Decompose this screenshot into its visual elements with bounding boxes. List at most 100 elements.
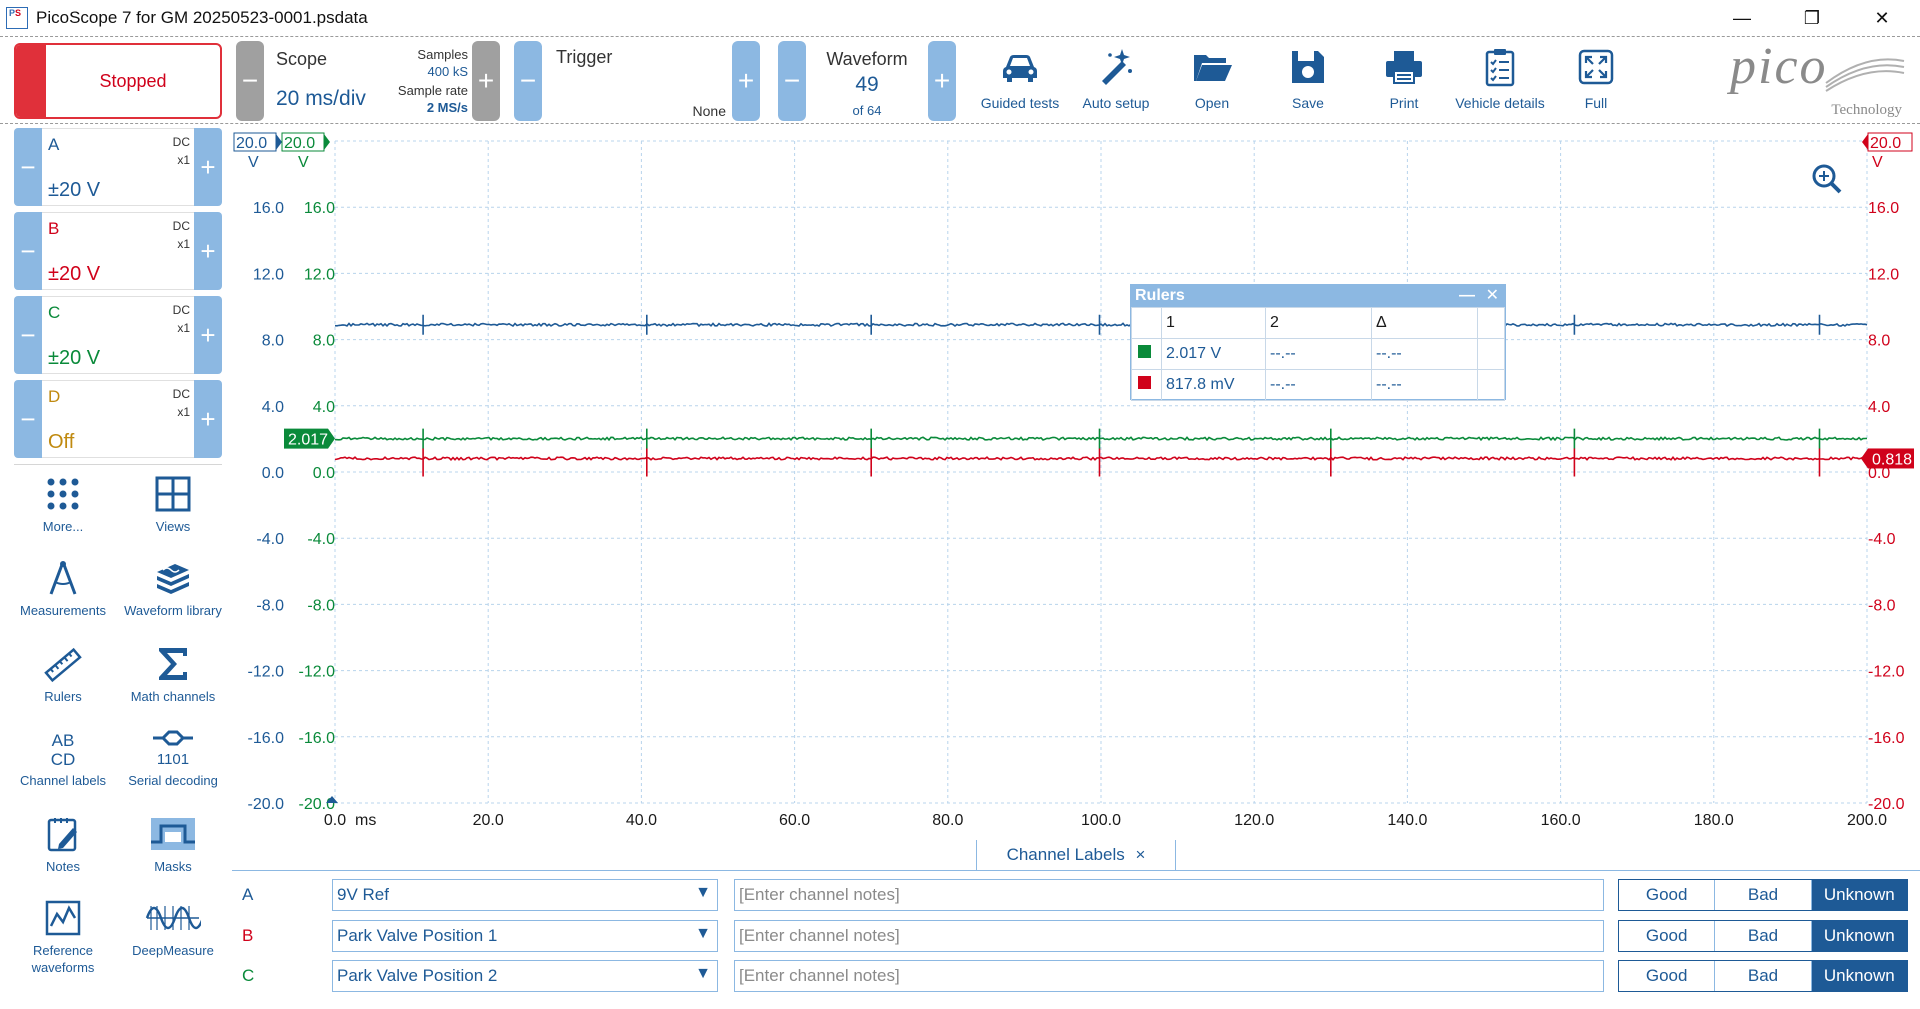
deepmeasure-button[interactable]: DeepMeasure: [118, 898, 228, 959]
minimize-button[interactable]: —: [1712, 0, 1772, 36]
unknown-button[interactable]: Unknown: [1811, 921, 1907, 951]
x-tick-label: 160.0: [1541, 812, 1581, 829]
y-tick-label-a: -12.0: [248, 664, 285, 681]
channel-c-card[interactable]: − C DC x1 ±20 V +: [14, 296, 222, 374]
measurements-button[interactable]: Measurements: [8, 558, 118, 619]
channel-labels-button[interactable]: AB CD Channel labels: [8, 728, 118, 789]
scope-panel[interactable]: Scope 20 ms/div Samples 400 kS Sample ra…: [264, 41, 472, 121]
timebase-decrease-button[interactable]: −: [236, 41, 264, 121]
unknown-button[interactable]: Unknown: [1811, 880, 1907, 910]
bad-button[interactable]: Bad: [1715, 961, 1812, 991]
serial-decoding-label: Serial decoding: [128, 773, 218, 788]
open-button[interactable]: Open: [1167, 41, 1257, 121]
channel-a-coupling: DC x1: [172, 135, 190, 167]
y-tick-label-b: 12.0: [1868, 266, 1899, 283]
channel-b-settings[interactable]: B DC x1 ±20 V: [42, 212, 194, 290]
scope-view[interactable]: 16.0 16.0 16.0 12.0 12.0 12.0 8.0 8.0 8.0 4.0 4.0 4…: [232, 124, 1920, 829]
trigger-decrease-button[interactable]: −: [514, 41, 542, 121]
channel-c-range-decrease[interactable]: −: [14, 296, 42, 374]
svg-text:1101: 1101: [157, 751, 189, 768]
channel-c-label-select[interactable]: Park Valve Position 2 ▼: [332, 960, 718, 992]
scope-plot[interactable]: 16.0 16.0 16.0 12.0 12.0 12.0 8.0 8.0 8.0 4.0 4.0 4…: [232, 124, 1920, 829]
unknown-button[interactable]: Unknown: [1811, 961, 1907, 991]
close-button[interactable]: ✕: [1852, 0, 1912, 36]
full-screen-button[interactable]: Full: [1551, 41, 1641, 121]
channel-labels-close-icon[interactable]: ×: [1135, 845, 1145, 864]
waveform-title: Waveform: [826, 49, 908, 69]
y-tick-label-c: -20.0: [299, 796, 336, 813]
rulers-button[interactable]: Rulers: [8, 644, 118, 705]
channel-b-range-decrease[interactable]: −: [14, 212, 42, 290]
channel-b-coupling: DC x1: [172, 219, 190, 251]
run-state-stripe: [16, 45, 46, 117]
channel-b-card[interactable]: − B DC x1 ±20 V +: [14, 212, 222, 290]
channel-d-card[interactable]: − D DC x1 Off +: [14, 380, 222, 458]
waveform-library-label: Waveform library: [124, 603, 222, 618]
save-button[interactable]: Save: [1263, 41, 1353, 121]
good-button[interactable]: Good: [1619, 921, 1716, 951]
channel-a-label-select[interactable]: 9V Ref ▼: [332, 879, 718, 911]
channel-d-range-increase[interactable]: +: [194, 380, 222, 458]
channel-b-notes-input[interactable]: [Enter channel notes]: [734, 920, 1604, 952]
channel-c-notes-input[interactable]: [Enter channel notes]: [734, 960, 1604, 992]
waveform-next-button[interactable]: +: [928, 41, 956, 121]
full-label: Full: [1584, 95, 1608, 111]
timebase-increase-button[interactable]: +: [472, 41, 500, 121]
bad-button[interactable]: Bad: [1715, 921, 1812, 951]
good-button[interactable]: Good: [1619, 880, 1716, 910]
channel-a-range-increase[interactable]: +: [194, 128, 222, 206]
rulers-header[interactable]: Rulers — ✕: [1131, 285, 1505, 307]
scope-title: Scope: [276, 49, 328, 69]
channel-d-range-decrease[interactable]: −: [14, 380, 42, 458]
serial-decoding-button[interactable]: 1101 Serial decoding: [118, 728, 228, 789]
x-tick-label: 20.0: [473, 812, 504, 829]
more-button[interactable]: More...: [8, 474, 118, 535]
trigger-increase-button[interactable]: +: [732, 41, 760, 121]
channel-a-card[interactable]: − A DC x1 ±20 V +: [14, 128, 222, 206]
reference-waveforms-button[interactable]: Reference waveforms: [8, 898, 118, 976]
channel-labels-tab[interactable]: Channel Labels ×: [976, 840, 1176, 870]
math-channels-button[interactable]: Math channels: [118, 644, 228, 705]
vehicle-details-button[interactable]: Vehicle details: [1455, 41, 1545, 121]
masks-button[interactable]: Masks: [118, 814, 228, 875]
trigger-panel[interactable]: Trigger None: [542, 41, 732, 121]
y-tick-label-c: 12.0: [304, 266, 335, 283]
axis-b-unit: V: [1872, 154, 1883, 171]
guided-tests-button[interactable]: Guided tests: [975, 41, 1065, 121]
y-tick-label-a: -16.0: [248, 730, 285, 747]
run-stop-button[interactable]: Stopped: [14, 43, 222, 119]
ruler-row: 817.8 mV --.-- --.--: [1131, 369, 1505, 401]
auto-setup-button[interactable]: Auto setup: [1071, 41, 1161, 121]
channel-b-range-increase[interactable]: +: [194, 212, 222, 290]
y-tick-label-a: 4.0: [262, 399, 284, 416]
channel-b-label-select[interactable]: Park Valve Position 1 ▼: [332, 920, 718, 952]
good-button[interactable]: Good: [1619, 961, 1716, 991]
channel-a-notes-input[interactable]: [Enter channel notes]: [734, 879, 1604, 911]
channel-d-settings[interactable]: D DC x1 Off: [42, 380, 194, 458]
floppy-save-icon: [1292, 51, 1324, 83]
rulers-close-icon[interactable]: ✕: [1486, 285, 1499, 307]
waveform-library-button[interactable]: Waveform library: [118, 558, 228, 619]
rulers-panel[interactable]: Rulers — ✕ 1 2 Δ 2.017 V --.-- --.-- 817…: [1130, 284, 1506, 401]
channel-c-range-increase[interactable]: +: [194, 296, 222, 374]
x-tick-label: 120.0: [1234, 812, 1274, 829]
rulers-minimize-icon[interactable]: —: [1459, 285, 1475, 307]
channel-a-range-decrease[interactable]: −: [14, 128, 42, 206]
car-icon: [1003, 55, 1037, 82]
print-button[interactable]: Print: [1359, 41, 1449, 121]
svg-text:CD: CD: [51, 750, 76, 768]
ruler-col-delta: Δ: [1371, 307, 1478, 339]
waveform-panel[interactable]: Waveform 49 of 64: [806, 41, 928, 121]
channel-a-settings[interactable]: A DC x1 ±20 V: [42, 128, 194, 206]
ruler-row: 2.017 V --.-- --.--: [1131, 338, 1505, 370]
y-tick-label-a: 16.0: [253, 200, 284, 217]
y-tick-label-a: 0.0: [262, 465, 284, 482]
notes-button[interactable]: Notes: [8, 814, 118, 875]
waveform-previous-button[interactable]: −: [778, 41, 806, 121]
channel-c-settings[interactable]: C DC x1 ±20 V: [42, 296, 194, 374]
restore-button[interactable]: ❐: [1782, 0, 1842, 36]
bad-button[interactable]: Bad: [1715, 880, 1812, 910]
open-label: Open: [1194, 95, 1230, 111]
dots-grid-icon: [47, 478, 79, 510]
views-button[interactable]: Views: [118, 474, 228, 535]
